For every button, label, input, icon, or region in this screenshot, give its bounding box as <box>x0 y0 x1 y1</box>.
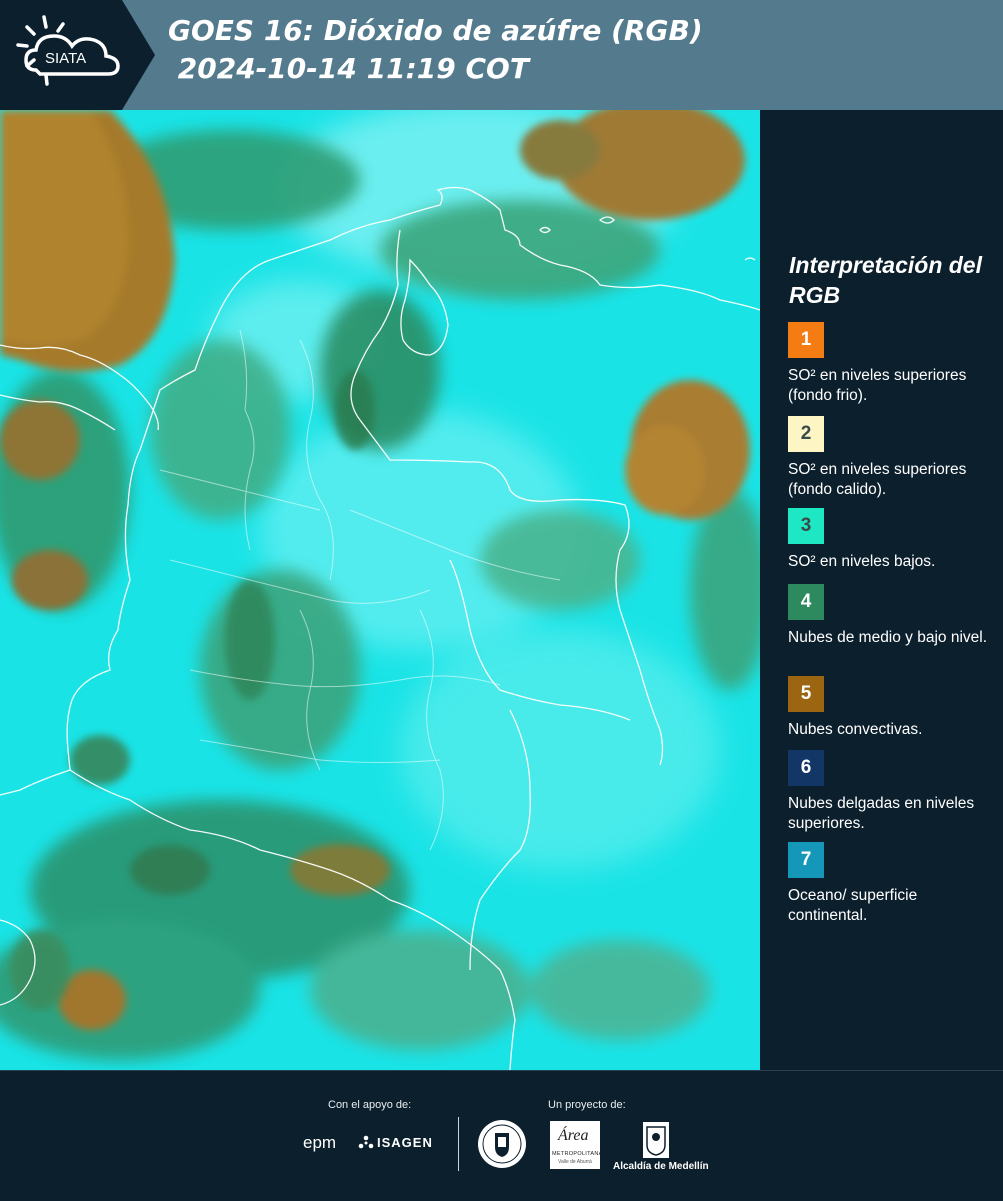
footer-divider <box>458 1117 459 1171</box>
legend-text-4: Nubes de medio y bajo nivel. <box>788 629 988 646</box>
legend-item-4: 4 Nubes de medio y bajo nivel. <box>788 584 988 648</box>
legend-swatch-6: 6 <box>788 750 824 786</box>
footer: Con el apoyo de: Un proyecto de: epm ISA… <box>0 1070 1003 1201</box>
isagen-logo: ISAGEN <box>377 1135 433 1150</box>
siata-logo-text: SIATA <box>45 50 86 67</box>
legend-item-3: 3 SO² en niveles bajos. <box>788 508 988 572</box>
area-logo-subtext: Valle de Aburrá <box>558 1159 592 1165</box>
legend-item-2: 2 SO² en niveles superiores (fondo calid… <box>788 416 988 500</box>
page-title: GOES 16: Dióxido de azúfre (RGB) 2024-10… <box>168 12 703 88</box>
legend-swatch-3: 3 <box>788 508 824 544</box>
isagen-logo-icon <box>358 1135 374 1156</box>
legend-swatch-4: 4 <box>788 584 824 620</box>
legend-text-6: Nubes delgadas en niveles superiores. <box>788 795 975 832</box>
legend-swatch-1: 1 <box>788 322 824 358</box>
legend-item-5: 5 Nubes convectivas. <box>788 676 988 740</box>
legend-item-6: 6 Nubes delgadas en niveles superiores. <box>788 750 988 834</box>
header-bar: SIATA GOES 16: Dióxido de azúfre (RGB) 2… <box>0 0 1003 110</box>
area-logo-text: METROPOLITANA <box>552 1151 603 1157</box>
legend-swatch-2: 2 <box>788 416 824 452</box>
legend-swatch-5: 5 <box>788 676 824 712</box>
legend-text-3: SO² en niveles bajos. <box>788 553 936 570</box>
medellin-coat-of-arms-icon <box>642 1121 670 1164</box>
satellite-map <box>0 110 760 1070</box>
legend-text-7: Oceano/ superficie continental. <box>788 887 918 924</box>
support-label: Con el apoyo de: <box>328 1099 412 1111</box>
medellin-seal-icon <box>477 1119 527 1174</box>
legend-text-5: Nubes convectivas. <box>788 721 923 738</box>
alcaldia-logo-text: Alcaldía de Medellín <box>613 1161 709 1172</box>
epm-logo: epm <box>303 1133 337 1152</box>
legend-item-7: 7 Oceano/ superficie continental. <box>788 842 988 926</box>
legend-text-1: SO² en niveles superiores (fondo frio). <box>788 367 967 404</box>
legend-swatch-7: 7 <box>788 842 824 878</box>
legend-panel: Interpretación del RGB 1 SO² en niveles … <box>762 110 1003 1070</box>
legend-text-2: SO² en niveles superiores (fondo calido)… <box>788 461 967 498</box>
legend-title: Interpretación del RGB <box>789 252 982 308</box>
legend-item-1: 1 SO² en niveles superiores (fondo frio)… <box>788 322 988 406</box>
siata-logo: SIATA <box>0 0 155 110</box>
area-logo-script: Área <box>558 1127 589 1144</box>
area-metropolitana-logo: Área METROPOLITANA Valle de Aburrá <box>550 1121 603 1169</box>
title-line-2: 2024-10-14 11:19 COT <box>168 52 529 85</box>
title-line-1: GOES 16: Dióxido de azúfre (RGB) <box>168 14 703 47</box>
project-label: Un proyecto de: <box>548 1099 626 1111</box>
